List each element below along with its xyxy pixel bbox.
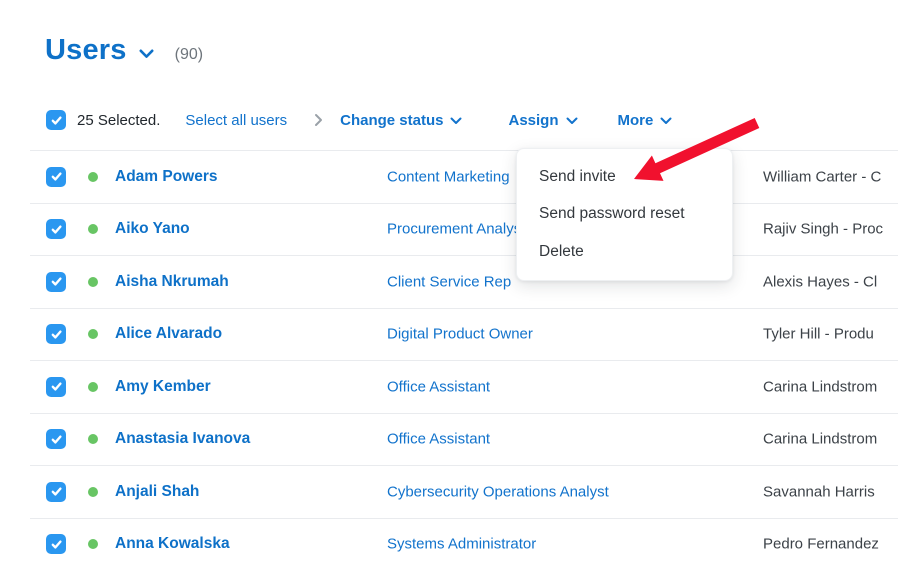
user-role[interactable]: Cybersecurity Operations Analyst	[387, 483, 609, 500]
change-status-button[interactable]: Change status	[340, 112, 462, 129]
user-manager: Pedro Fernandez	[763, 536, 879, 553]
row-checkbox[interactable]	[46, 324, 66, 344]
status-dot-icon	[88, 224, 98, 234]
menu-item-delete[interactable]: Delete	[517, 233, 732, 271]
page-title[interactable]: Users	[45, 34, 127, 67]
user-role[interactable]: Office Assistant	[387, 431, 490, 448]
assign-button[interactable]: Assign	[508, 112, 577, 129]
more-button[interactable]: More	[618, 112, 673, 129]
user-role[interactable]: Client Service Rep	[387, 273, 511, 290]
status-dot-icon	[88, 539, 98, 549]
user-manager: Carina Lindstrom	[763, 378, 877, 395]
check-icon	[50, 538, 63, 551]
change-status-label: Change status	[340, 112, 443, 129]
check-icon	[50, 485, 63, 498]
row-checkbox[interactable]	[46, 167, 66, 187]
status-dot-icon	[88, 172, 98, 182]
chevron-down-icon	[566, 117, 578, 125]
status-dot-icon	[88, 277, 98, 287]
status-dot-icon	[88, 382, 98, 392]
user-role[interactable]: Office Assistant	[387, 378, 490, 395]
user-manager: Rajiv Singh - Proc	[763, 221, 883, 238]
user-manager: Tyler Hill - Produ	[763, 326, 874, 343]
more-label: More	[618, 112, 654, 129]
check-icon	[50, 223, 63, 236]
user-role[interactable]: Procurement Analyst	[387, 221, 525, 238]
user-name-link[interactable]: Aisha Nkrumah	[115, 273, 229, 291]
user-role[interactable]: Digital Product Owner	[387, 326, 533, 343]
status-dot-icon	[88, 329, 98, 339]
check-icon	[50, 433, 63, 446]
user-manager: Carina Lindstrom	[763, 431, 877, 448]
table-row: Anna Kowalska Systems Administrator Pedr…	[30, 518, 898, 562]
menu-item-send-password-reset[interactable]: Send password reset	[517, 196, 732, 234]
user-manager: William Carter - C	[763, 168, 881, 185]
chevron-right-icon	[314, 113, 323, 127]
check-icon	[50, 170, 63, 183]
user-count: (90)	[175, 46, 203, 64]
table-row: Aisha Nkrumah Client Service Rep Alexis …	[30, 255, 898, 308]
user-name-link[interactable]: Adam Powers	[115, 168, 218, 186]
select-all-users-link[interactable]: Select all users	[185, 112, 287, 129]
row-checkbox[interactable]	[46, 219, 66, 239]
table-row: Anjali Shah Cybersecurity Operations Ana…	[30, 465, 898, 518]
user-name-link[interactable]: Amy Kember	[115, 378, 211, 396]
check-icon	[50, 328, 63, 341]
user-manager: Alexis Hayes - Cl	[763, 273, 877, 290]
user-role[interactable]: Systems Administrator	[387, 536, 536, 553]
assign-label: Assign	[508, 112, 558, 129]
table-row: Anastasia Ivanova Office Assistant Carin…	[30, 413, 898, 466]
page-header: Users (90)	[45, 34, 203, 67]
users-table: Adam Powers Content Marketing William Ca…	[30, 150, 898, 562]
table-row: Adam Powers Content Marketing William Ca…	[30, 150, 898, 203]
table-row: Aiko Yano Procurement Analyst Rajiv Sing…	[30, 203, 898, 256]
check-icon	[50, 114, 63, 127]
row-checkbox[interactable]	[46, 377, 66, 397]
table-row: Amy Kember Office Assistant Carina Linds…	[30, 360, 898, 413]
user-name-link[interactable]: Aiko Yano	[115, 220, 190, 238]
assign-dropdown-menu: Send invite Send password reset Delete	[516, 148, 733, 281]
table-row: Alice Alvarado Digital Product Owner Tyl…	[30, 308, 898, 361]
row-checkbox[interactable]	[46, 429, 66, 449]
chevron-down-icon[interactable]	[139, 49, 154, 59]
status-dot-icon	[88, 434, 98, 444]
row-checkbox[interactable]	[46, 534, 66, 554]
user-manager: Savannah Harris	[763, 483, 875, 500]
user-name-link[interactable]: Alice Alvarado	[115, 325, 222, 343]
chevron-down-icon	[450, 117, 462, 125]
menu-item-send-invite[interactable]: Send invite	[517, 158, 732, 196]
bulk-actions-toolbar: 25 Selected. Select all users Change sta…	[46, 108, 672, 132]
selected-count-text: 25 Selected.	[77, 112, 160, 129]
row-checkbox[interactable]	[46, 482, 66, 502]
user-name-link[interactable]: Anjali Shah	[115, 483, 199, 501]
check-icon	[50, 275, 63, 288]
user-role[interactable]: Content Marketing	[387, 168, 510, 185]
user-name-link[interactable]: Anastasia Ivanova	[115, 430, 250, 448]
row-checkbox[interactable]	[46, 272, 66, 292]
chevron-down-icon	[660, 117, 672, 125]
status-dot-icon	[88, 487, 98, 497]
check-icon	[50, 380, 63, 393]
select-all-checkbox[interactable]	[46, 110, 66, 130]
user-name-link[interactable]: Anna Kowalska	[115, 535, 230, 553]
